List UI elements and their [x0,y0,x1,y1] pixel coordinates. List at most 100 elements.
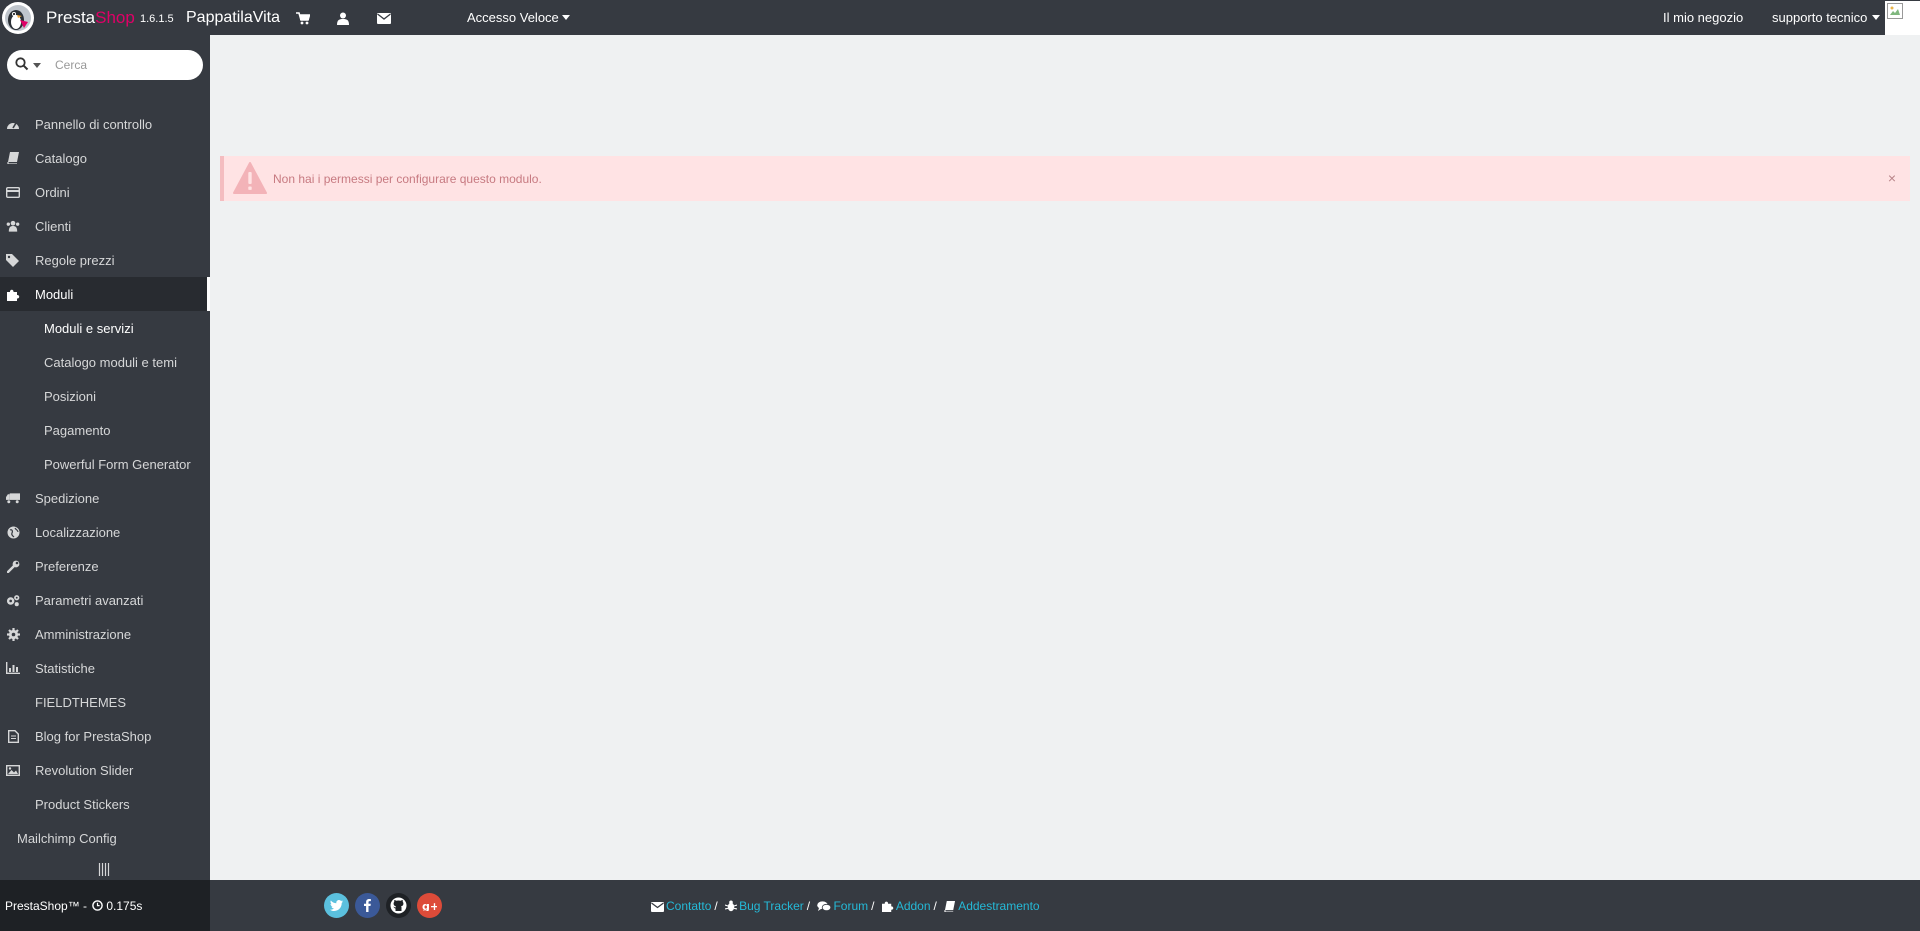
book-icon [944,901,956,913]
sidebar-item-statistics[interactable]: Statistiche [0,651,210,685]
twitter-icon[interactable] [324,893,349,918]
users-icon [6,219,20,233]
facebook-icon[interactable] [355,893,380,918]
wrench-icon [6,559,20,573]
sidebar-item-fieldthemes[interactable]: FIELDTHEMES [0,685,210,719]
sidebar-item-price-rules[interactable]: Regole prezzi [0,243,210,277]
quick-access-label: Accesso Veloce [467,10,559,25]
my-shop-link[interactable]: Il mio negozio [1663,10,1743,25]
sidebar-item-label: Mailchimp Config [17,831,117,846]
orders-cart-icon[interactable] [294,9,312,27]
caret-down-icon [561,15,570,20]
top-header: PrestaShop 1.6.1.5 PappatilaVita Accesso… [0,0,1920,35]
footer-info: PrestaShop™ - 0.175s [0,880,210,931]
bar-chart-icon [6,661,20,675]
sidebar-item-product-stickers[interactable]: Product Stickers [0,787,210,821]
footer-links: Contatto / Bug Tracker / Forum / Addon / Add… [651,899,1040,913]
sidebar-item-customers[interactable]: Clienti [0,209,210,243]
sidebar-item-label: Ordini [35,185,70,200]
svg-text:g+: g+ [422,900,437,911]
sidebar-item-label: Catalogo [35,151,88,166]
submenu-item-label: Powerful Form Generator [44,457,191,472]
search-icon[interactable] [15,57,29,76]
sidebar-item-label: Statistiche [35,661,95,676]
version-label: 1.6.1.5 [140,13,174,25]
employee-avatar[interactable] [1885,1,1920,35]
sidebar-item-label: Amministrazione [35,627,132,642]
sidebar-item-administration[interactable]: Amministrazione [0,617,210,651]
search-input[interactable] [55,56,195,74]
sidebar-item-dashboard[interactable]: Pannello di controllo [0,107,210,141]
quick-access-dropdown[interactable]: Accesso Veloce [467,10,570,25]
submenu-item-payment[interactable]: Pagamento [0,413,210,447]
permission-error-alert: Non hai i permessi per configurare quest… [220,156,1910,201]
submenu-item-form-generator[interactable]: Powerful Form Generator [0,447,210,481]
footer-brand: PrestaShop™ - [5,899,91,913]
sidebar-item-shipping[interactable]: Spedizione [0,481,210,515]
sidebar-item-label: Parametri avanzati [35,593,144,608]
brand-name: PrestaShop [46,8,135,28]
bug-icon [724,900,738,912]
load-time: 0.175s [106,899,143,913]
github-icon[interactable] [386,893,411,918]
submenu-item-modules-services[interactable]: Moduli e servizi [0,311,210,345]
employee-name: supporto tecnico [1772,10,1868,25]
alert-message: Non hai i permessi per configurare quest… [273,172,542,186]
book-icon [6,151,20,165]
brand-shop: Shop [95,8,135,27]
google-plus-icon[interactable]: g+ [417,893,442,918]
search-type-caret-icon[interactable] [33,63,41,68]
customers-user-icon[interactable] [334,9,352,27]
collapse-menu-icon[interactable] [98,863,111,881]
sidebar-item-revolution-slider[interactable]: Revolution Slider [0,753,210,787]
dashboard-icon [6,117,20,131]
tags-icon [6,253,20,267]
sidebar-item-label: FIELDTHEMES [35,695,127,710]
sidebar-item-catalog[interactable]: Catalogo [0,141,210,175]
sidebar-item-label: Revolution Slider [35,763,134,778]
store-name[interactable]: PappatilaVita [186,9,280,27]
cogs-icon [6,593,20,607]
submenu-item-label: Catalogo moduli e temi [44,355,177,370]
sidebar-item-label: Spedizione [35,491,100,506]
caret-down-icon [1872,15,1881,20]
brand-presta: Presta [46,8,96,27]
sidebar-item-label: Localizzazione [35,525,121,540]
footer-link-training[interactable]: Addestramento [958,899,1039,913]
search-box [7,50,203,80]
submenu-item-modules-catalog[interactable]: Catalogo moduli e temi [0,345,210,379]
warning-icon [232,161,268,200]
puzzle-icon [881,901,894,912]
sidebar-item-modules[interactable]: Moduli [0,277,210,311]
sidebar-item-label: Regole prezzi [35,253,115,268]
sidebar-item-mailchimp-config[interactable]: Mailchimp Config [0,821,210,855]
employee-dropdown[interactable]: supporto tecnico [1772,10,1881,25]
footer-link-bug-tracker[interactable]: Bug Tracker [739,899,804,913]
sidebar-item-preferences[interactable]: Preferenze [0,549,210,583]
file-icon [6,729,20,743]
submenu-item-label: Moduli e servizi [44,321,134,336]
comments-icon [817,901,832,912]
sidebar-item-orders[interactable]: Ordini [0,175,210,209]
prestashop-logo[interactable] [0,0,36,35]
image-icon [6,763,20,777]
sidebar-item-label: Clienti [35,219,72,234]
sidebar-item-localization[interactable]: Localizzazione [0,515,210,549]
sidebar-item-blog[interactable]: Blog for PrestaShop [0,719,210,753]
footer-link-addon[interactable]: Addon [896,899,931,913]
sidebar-item-advanced-parameters[interactable]: Parametri avanzati [0,583,210,617]
sidebar-item-label: Moduli [35,287,74,302]
clock-icon [92,900,104,911]
sidebar-nav: Pannello di controllo Catalogo Ordini Cl… [0,35,210,880]
sidebar-item-label: Product Stickers [35,797,130,812]
submenu-item-positions[interactable]: Posizioni [0,379,210,413]
puzzle-icon [6,287,20,301]
cog-icon [6,627,20,641]
footer-link-contact[interactable]: Contatto [666,899,711,913]
sidebar-item-label: Blog for PrestaShop [35,729,152,744]
footer-link-forum[interactable]: Forum [833,899,868,913]
close-icon[interactable]: × [1888,170,1896,186]
submenu-item-label: Pagamento [44,423,111,438]
sidebar-item-label: Pannello di controllo [35,117,153,132]
messages-envelope-icon[interactable] [375,9,393,27]
